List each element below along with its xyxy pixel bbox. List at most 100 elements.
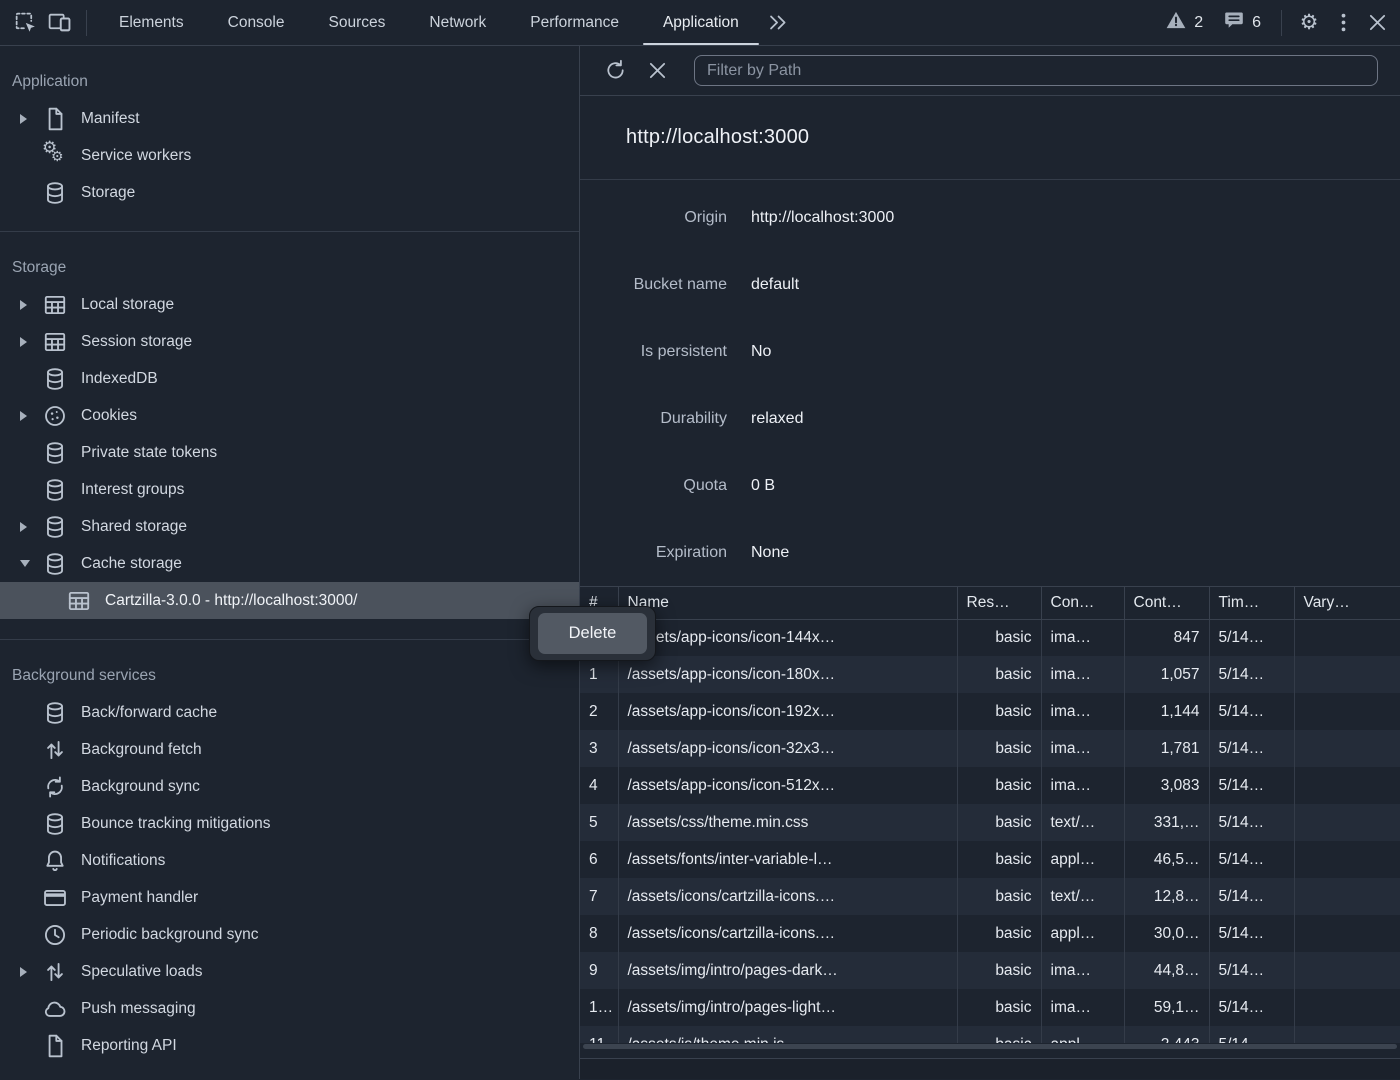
issues-badge[interactable]: 6 xyxy=(1213,9,1271,36)
tab-application[interactable]: Application xyxy=(641,0,761,45)
device-toolbar-icon[interactable] xyxy=(42,7,76,39)
cache-entry-row[interactable]: 4/assets/app-icons/icon-512x…basicima…3,… xyxy=(580,767,1400,804)
cache-entry-row[interactable]: 8/assets/icons/cartzilla-icons.…basicapp… xyxy=(580,915,1400,952)
tab-performance[interactable]: Performance xyxy=(508,0,641,45)
vary-header xyxy=(1294,1026,1400,1043)
expand-arrow-icon[interactable] xyxy=(20,300,42,310)
metadata-value: No xyxy=(751,343,771,361)
horizontal-scrollbar[interactable] xyxy=(580,1043,1400,1058)
cache-entry-row[interactable]: 1…/assets/img/intro/pages-light…basicima… xyxy=(580,989,1400,1026)
more-options-kebab-icon[interactable] xyxy=(1326,7,1360,39)
sidebar-item-push-messaging[interactable]: Push messaging xyxy=(0,990,579,1027)
sidebar-item-label: Speculative loads xyxy=(81,963,203,981)
expand-arrow-icon[interactable] xyxy=(20,337,42,347)
filter-by-path-input[interactable] xyxy=(694,55,1378,86)
expand-arrow-icon[interactable] xyxy=(20,522,42,532)
sidebar-item-reporting-api[interactable]: Reporting API xyxy=(0,1027,579,1064)
sidebar-item-manifest[interactable]: Manifest xyxy=(0,100,579,137)
column-header-cont[interactable]: Cont… xyxy=(1124,587,1209,619)
sidebar-item-cache-storage[interactable]: Cache storage xyxy=(0,545,579,582)
card-icon xyxy=(42,885,68,911)
sidebar-item-back-forward-cache[interactable]: Back/forward cache xyxy=(0,694,579,731)
close-devtools-icon[interactable] xyxy=(1360,7,1394,39)
cache-entry-row[interactable]: 11/assets/js/theme.min.jsbasicappl…2,443… xyxy=(580,1026,1400,1043)
more-panels-icon[interactable] xyxy=(761,7,795,39)
vary-header xyxy=(1294,730,1400,767)
column-header-name[interactable]: Name xyxy=(618,587,957,619)
entry-name: /assets/app-icons/icon-512x… xyxy=(618,767,957,804)
context-menu-delete[interactable]: Delete xyxy=(538,613,647,654)
sidebar-item-cookies[interactable]: Cookies xyxy=(0,397,579,434)
sidebar-item-label: Cartzilla-3.0.0 - http://localhost:3000/ xyxy=(105,592,357,610)
gears-icon: ⚙⚙ xyxy=(42,143,68,169)
content-length: 44,8… xyxy=(1124,952,1209,989)
toolbar-divider xyxy=(1281,10,1282,36)
database-icon xyxy=(42,551,68,577)
sidebar-item-background-fetch[interactable]: Background fetch xyxy=(0,731,579,768)
cache-entry-row[interactable]: 5/assets/css/theme.min.cssbasictext/…331… xyxy=(580,804,1400,841)
sidebar-item-indexeddb[interactable]: IndexedDB xyxy=(0,360,579,397)
vary-header xyxy=(1294,767,1400,804)
vary-header xyxy=(1294,989,1400,1026)
time-cached: 5/14… xyxy=(1209,656,1294,693)
settings-gear-icon[interactable]: ⚙ xyxy=(1292,7,1326,39)
cache-storage-view: http://localhost:3000 Originhttp://local… xyxy=(580,46,1400,1079)
updown-icon xyxy=(42,737,68,763)
column-header-res[interactable]: Res… xyxy=(957,587,1041,619)
row-index: 2 xyxy=(580,693,618,730)
time-cached: 5/14… xyxy=(1209,619,1294,656)
collapse-arrow-icon[interactable] xyxy=(20,560,42,567)
sidebar-item-service-workers[interactable]: ⚙⚙Service workers xyxy=(0,137,579,174)
cache-entry-row[interactable]: 0/assets/app-icons/icon-144x…basicima…84… xyxy=(580,619,1400,656)
response-type: basic xyxy=(957,952,1041,989)
tab-sources[interactable]: Sources xyxy=(307,0,408,45)
sidebar-item-shared-storage[interactable]: Shared storage xyxy=(0,508,579,545)
cache-entry-row[interactable]: 1/assets/app-icons/icon-180x…basicima…1,… xyxy=(580,656,1400,693)
sidebar-item-periodic-background-sync[interactable]: Periodic background sync xyxy=(0,916,579,953)
cache-entry-row[interactable]: 6/assets/fonts/inter-variable-l…basicapp… xyxy=(580,841,1400,878)
column-header-con[interactable]: Con… xyxy=(1041,587,1124,619)
tab-console[interactable]: Console xyxy=(206,0,307,45)
sidebar-item-bounce-tracking-mitigations[interactable]: Bounce tracking mitigations xyxy=(0,805,579,842)
column-header-tim[interactable]: Tim… xyxy=(1209,587,1294,619)
tab-elements[interactable]: Elements xyxy=(97,0,206,45)
sidebar-item-speculative-loads[interactable]: Speculative loads xyxy=(0,953,579,990)
inspect-element-icon[interactable] xyxy=(8,7,42,39)
expand-arrow-icon[interactable] xyxy=(20,411,42,421)
cache-entry-row[interactable]: 2/assets/app-icons/icon-192x…basicima…1,… xyxy=(580,693,1400,730)
metadata-label: Durability xyxy=(580,410,727,428)
entry-name: /assets/icons/cartzilla-icons.… xyxy=(618,878,957,915)
entry-name: /assets/js/theme.min.js xyxy=(618,1026,957,1043)
refresh-icon[interactable] xyxy=(598,55,632,87)
warnings-badge[interactable]: 2 xyxy=(1155,9,1213,36)
entry-name: /assets/app-icons/icon-144x… xyxy=(618,619,957,656)
sidebar-item-interest-groups[interactable]: Interest groups xyxy=(0,471,579,508)
cache-filter-bar xyxy=(580,46,1400,96)
response-type: basic xyxy=(957,730,1041,767)
sidebar-item-notifications[interactable]: Notifications xyxy=(0,842,579,879)
response-type: basic xyxy=(957,1026,1041,1043)
sidebar-item-label: Cache storage xyxy=(81,555,182,573)
sidebar-item-cartzilla-3-0-0-http-localhost-3000[interactable]: Cartzilla-3.0.0 - http://localhost:3000/ xyxy=(0,582,579,619)
cache-entry-row[interactable]: 9/assets/img/intro/pages-dark…basicima…4… xyxy=(580,952,1400,989)
scrollbar-thumb[interactable] xyxy=(583,1044,1397,1049)
database-icon xyxy=(42,477,68,503)
sidebar-item-private-state-tokens[interactable]: Private state tokens xyxy=(0,434,579,471)
metadata-label: Is persistent xyxy=(580,343,727,361)
expand-arrow-icon[interactable] xyxy=(20,967,42,977)
bell-icon xyxy=(42,848,68,874)
sidebar-item-label: Private state tokens xyxy=(81,444,217,462)
sidebar-item-session-storage[interactable]: Session storage xyxy=(0,323,579,360)
sidebar-item-storage[interactable]: Storage xyxy=(0,174,579,211)
cache-entry-row[interactable]: 7/assets/icons/cartzilla-icons.…basictex… xyxy=(580,878,1400,915)
delete-selected-icon[interactable] xyxy=(640,55,674,87)
content-length: 847 xyxy=(1124,619,1209,656)
sidebar-item-payment-handler[interactable]: Payment handler xyxy=(0,879,579,916)
column-header-vary[interactable]: Vary… xyxy=(1294,587,1400,619)
sidebar-item-local-storage[interactable]: Local storage xyxy=(0,286,579,323)
expand-arrow-icon[interactable] xyxy=(20,114,42,124)
cache-entry-row[interactable]: 3/assets/app-icons/icon-32x3…basicima…1,… xyxy=(580,730,1400,767)
table-header-row: #NameRes…Con…Cont…Tim…Vary… xyxy=(580,587,1400,619)
tab-network[interactable]: Network xyxy=(407,0,508,45)
sidebar-item-background-sync[interactable]: Background sync xyxy=(0,768,579,805)
